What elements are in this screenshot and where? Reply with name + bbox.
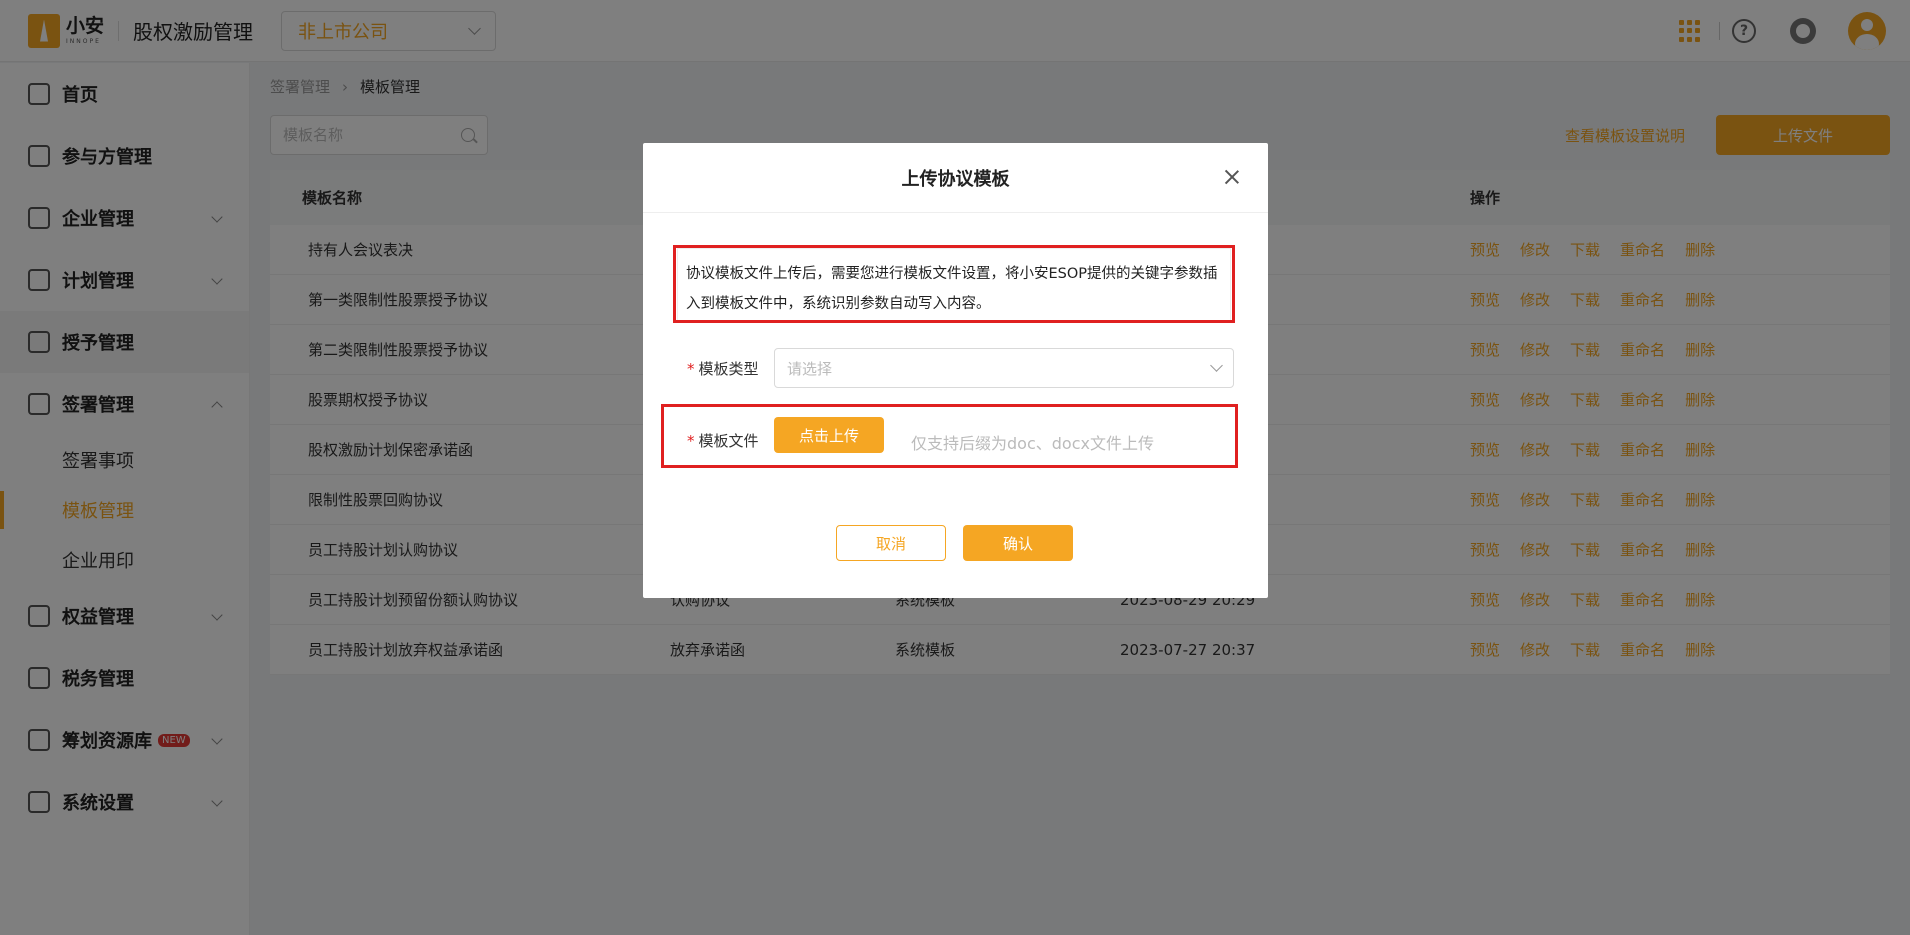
chevron-down-icon [1210,359,1223,372]
template-file-label: * 模板文件 [687,430,759,451]
file-format-hint: 仅支持后缀为doc、docx文件上传 [911,434,1154,453]
upload-template-modal: 上传协议模板 协议模板文件上传后，需要您进行模板文件设置，将小安ESOP提供的关… [643,143,1268,598]
template-type-label-text: 模板类型 [698,360,759,378]
highlight-box [673,245,1235,323]
cancel-button[interactable]: 取消 [836,525,946,561]
template-type-select[interactable]: 请选择 [774,348,1234,388]
close-icon[interactable] [1224,169,1240,185]
template-file-label-text: 模板文件 [698,432,759,450]
required-mark: * [687,360,695,378]
template-type-label: * 模板类型 [687,358,759,379]
modal-title: 上传协议模板 [901,168,1010,190]
modal-header: 上传协议模板 [643,143,1268,213]
template-type-placeholder: 请选择 [787,359,833,378]
required-mark: * [687,432,695,450]
confirm-button[interactable]: 确认 [963,525,1073,561]
click-upload-button[interactable]: 点击上传 [774,417,884,453]
